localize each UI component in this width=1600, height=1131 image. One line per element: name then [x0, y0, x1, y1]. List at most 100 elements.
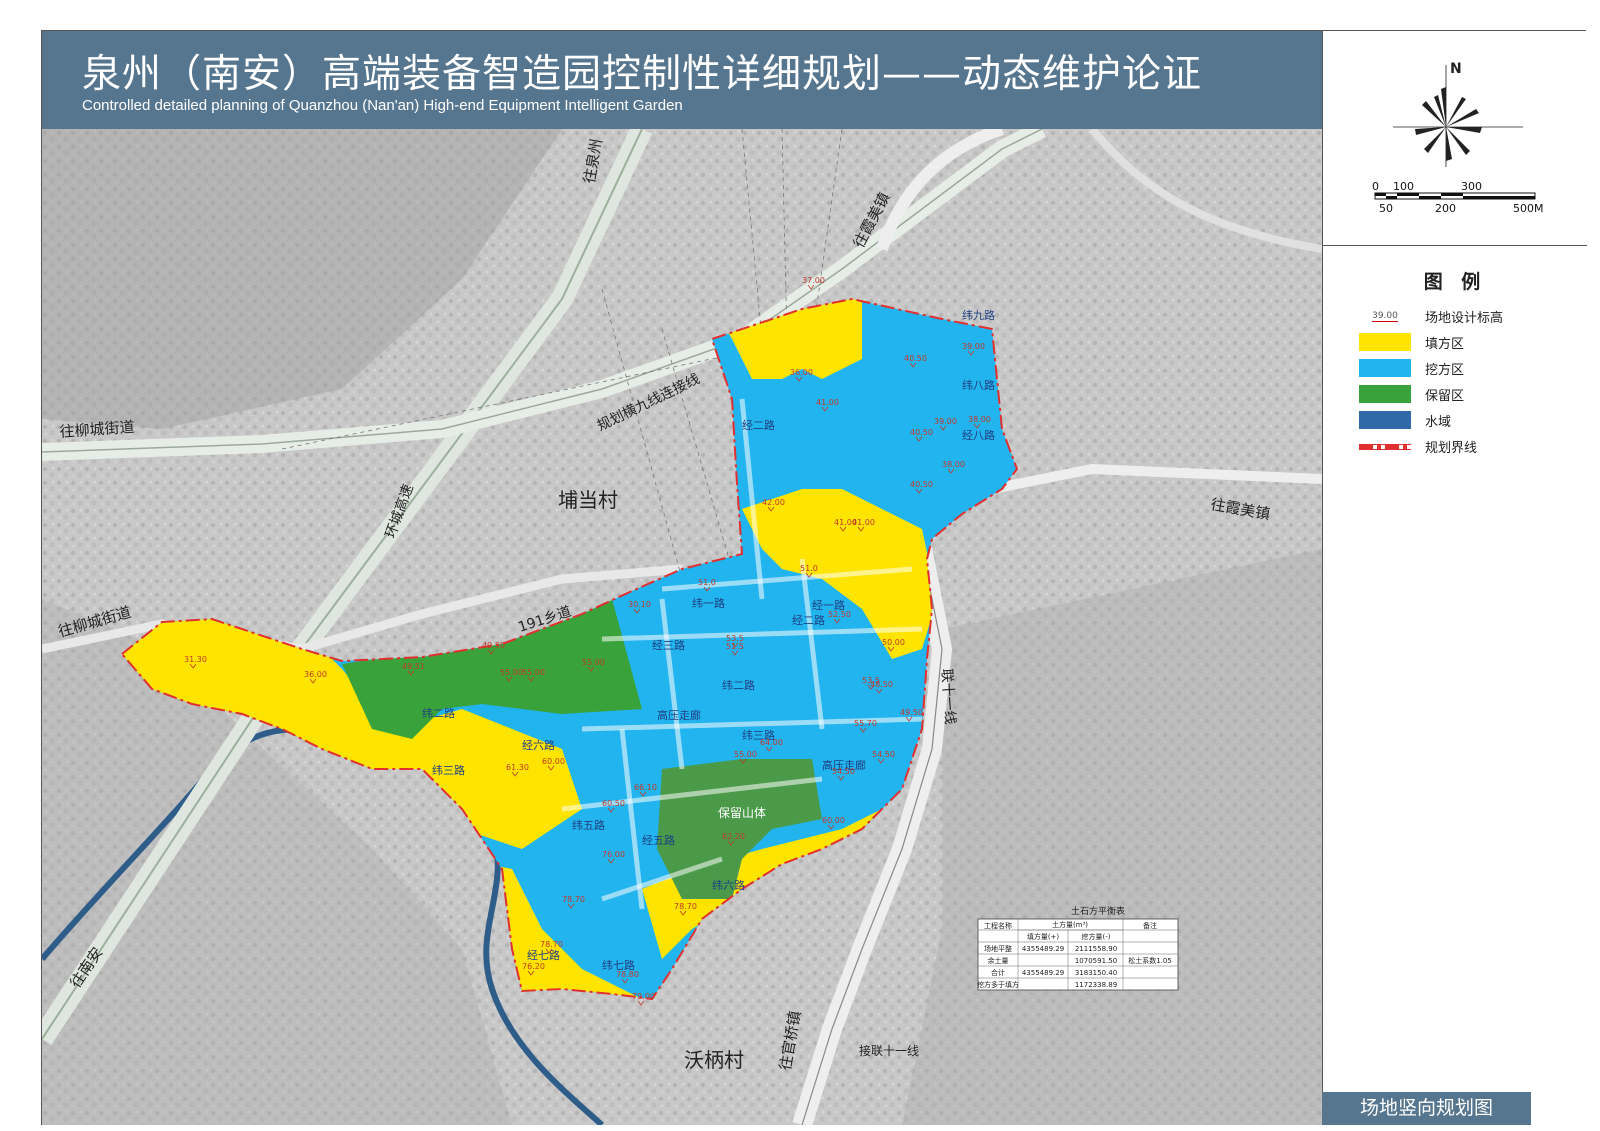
- legend-label: 填方区: [1425, 337, 1465, 352]
- label-reserve-mountain: 保留山体: [718, 806, 766, 820]
- elevation-label: 51.5: [726, 642, 744, 651]
- cut-swatch-icon: [1359, 359, 1411, 377]
- road-label-wei9: 纬九路: [962, 309, 995, 322]
- elevation-label: 40.50: [910, 480, 933, 489]
- table-header-note: 备注: [1143, 921, 1157, 930]
- road-label-wei3b: 纬三路: [432, 764, 465, 777]
- place-pudang: 埔当村: [558, 488, 618, 512]
- table-cell: 1172338.89: [1075, 981, 1117, 989]
- elevation-label: 78.70: [562, 895, 585, 904]
- plan-title: 泉州（南安）高端装备智造园控制性详细规划——动态维护论证: [82, 52, 1203, 97]
- elevation-label: 60.00: [542, 757, 565, 766]
- elevation-label: 66.10: [634, 783, 657, 792]
- elevation-label: 61.30: [506, 763, 529, 772]
- road-label-wei2b: 纬二路: [422, 707, 455, 720]
- table-title: 土石方平衡表: [1071, 905, 1125, 917]
- scale-label: 500M: [1513, 202, 1544, 215]
- north-arrow: N: [1393, 57, 1523, 171]
- elevation-label: 55.00: [734, 750, 757, 759]
- elevation-label: 76.00: [602, 850, 625, 859]
- elevation-label: 49.50: [900, 708, 923, 717]
- legend-label: 挖方区: [1425, 363, 1465, 378]
- elevation-label: 51.0: [800, 564, 818, 573]
- road-label-wei6: 纬六路: [712, 879, 745, 892]
- elevation-label: 42.00: [762, 498, 785, 507]
- site-map: 纬一路 纬二路 纬二路 纬三路 纬三路 纬五路 纬六路 纬七路 纬八路 纬九路 …: [42, 129, 1322, 1125]
- table-header-name: 工程名称: [984, 921, 1012, 930]
- elevation-label: 55.00: [500, 668, 523, 677]
- table-cell: 1070591.50: [1075, 957, 1117, 965]
- fill-swatch-icon: [1359, 333, 1411, 351]
- legend-item-boundary: 规划界线: [1359, 433, 1579, 459]
- map-canvas: 纬一路 纬二路 纬二路 纬三路 纬三路 纬五路 纬六路 纬七路 纬八路 纬九路 …: [42, 129, 1322, 1125]
- elevation-label: 79.00: [632, 992, 655, 1001]
- elevation-label: 40.50: [910, 428, 933, 437]
- elevation-label: 60.50: [602, 799, 625, 808]
- table-header-volume: 土方量(m³): [1052, 920, 1088, 929]
- road-label-wei5: 纬五路: [572, 819, 605, 832]
- elevation-label: 52.50: [828, 610, 851, 619]
- elevation-label: 76.20: [522, 962, 545, 971]
- elevation-label: 78.80: [616, 970, 639, 979]
- east-hills: [902, 549, 1322, 1125]
- scale-label: 300: [1461, 181, 1482, 193]
- legend-label: 水域: [1425, 415, 1452, 430]
- elevation-label: 41.00: [852, 518, 875, 527]
- table-cell: 4355489.29: [1022, 945, 1064, 953]
- legend-item-cut: 挖方区: [1359, 355, 1579, 381]
- legend-item-water: 水域: [1359, 407, 1579, 433]
- road-label-wei1: 纬一路: [692, 597, 725, 610]
- road-label-jing8: 经八路: [962, 429, 995, 442]
- scale-label: 50: [1379, 202, 1393, 215]
- scale-label: 200: [1435, 202, 1456, 215]
- elevation-label: 54.50: [872, 750, 895, 759]
- table-cell: 4355489.29: [1022, 969, 1064, 977]
- elevation-label: 62.20: [722, 832, 745, 841]
- legend-item-elevation: 39.00 场地设计标高: [1359, 303, 1579, 329]
- elevation-label: 78.70: [540, 940, 563, 949]
- legend-item-fill: 填方区: [1359, 329, 1579, 355]
- table-cell: 余土量: [988, 956, 1009, 965]
- elevation-label: 55.00: [582, 658, 605, 667]
- legend-item-reserve: 保留区: [1359, 381, 1579, 407]
- road-label-jing7: 经七路: [527, 949, 560, 962]
- panel-divider: [1323, 245, 1587, 246]
- road-jie11: 接联十一线: [859, 1043, 919, 1058]
- table-cell: 松土系数1.05: [1128, 956, 1172, 965]
- table-cell: 2111558.90: [1075, 945, 1117, 953]
- road-label-wei2a: 纬二路: [722, 679, 755, 692]
- table-cell: 3183150.40: [1075, 969, 1117, 977]
- table-cell: 合计: [991, 968, 1005, 977]
- elevation-label: 49.50: [482, 641, 505, 650]
- legend-label: 保留区: [1425, 389, 1465, 404]
- elevation-label: 54.50: [832, 767, 855, 776]
- elevation-label: 41.00: [816, 398, 839, 407]
- legend-list: 39.00 场地设计标高 填方区 挖方区 保留区 水域 规划界线: [1359, 303, 1579, 459]
- elevation-label: 39.00: [934, 417, 957, 426]
- elevation-label: 55.00: [522, 668, 545, 677]
- road-label-jing5: 经五路: [642, 834, 675, 847]
- compass-rose-icon: [1415, 87, 1482, 161]
- table-cell: 挖方多于填方: [977, 980, 1019, 989]
- plan-subtitle: Controlled detailed planning of Quanzhou…: [82, 97, 683, 114]
- road-label-jing2b: 经二路: [792, 614, 825, 627]
- title-bar: 泉州（南安）高端装备智造园控制性详细规划——动态维护论证 Controlled …: [42, 31, 1322, 129]
- elevation-label: 49.51: [402, 662, 425, 671]
- legend-label: 规划界线: [1425, 441, 1478, 456]
- elevation-marker-icon: 39.00: [1372, 311, 1398, 322]
- elevation-label: 78.70: [674, 902, 697, 911]
- scale-bar: 0 100 300 50 200 500M: [1363, 180, 1553, 231]
- road-label-gaoya1: 高压走廊: [657, 708, 701, 722]
- table-cell: 场地平整: [984, 944, 1012, 953]
- elevation-label: 39.00: [962, 342, 985, 351]
- elevation-label: 38.00: [968, 415, 991, 424]
- legend-title: 图 例: [1423, 271, 1487, 293]
- elevation-label: 30.10: [628, 600, 651, 609]
- elevation-label: 51.0: [698, 578, 716, 587]
- sheet-title: 场地竖向规划图: [1322, 1092, 1531, 1125]
- reserve-swatch-icon: [1359, 385, 1411, 403]
- elevation-label: 48.50: [870, 680, 893, 689]
- road-label-jing3: 经三路: [652, 639, 685, 652]
- scale-label: 0: [1372, 181, 1379, 193]
- table-header-fill: 填方量(+): [1027, 932, 1060, 941]
